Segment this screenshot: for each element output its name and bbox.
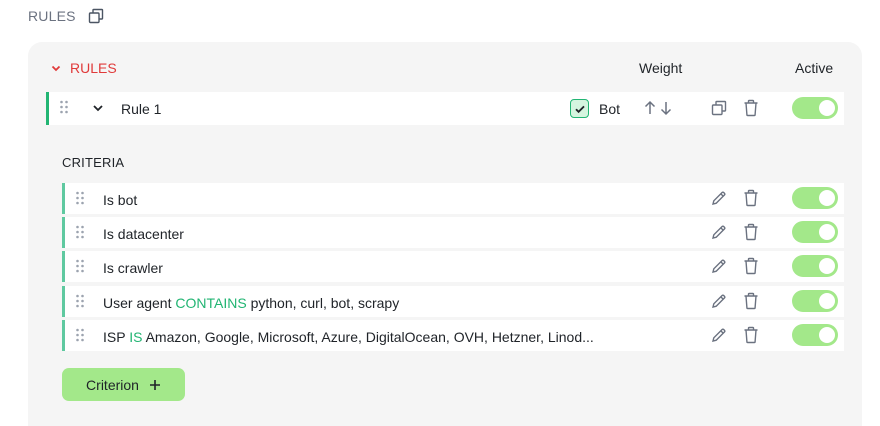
criterion-active-toggle[interactable] (792, 324, 838, 346)
criterion-row[interactable]: Is datacenter (62, 217, 844, 248)
criterion-row[interactable]: Is crawler (62, 251, 844, 282)
criterion-active-toggle[interactable] (792, 255, 838, 277)
criterion-text: ISP IS Amazon, Google, Microsoft, Azure,… (103, 329, 594, 345)
rules-section-toggle[interactable]: RULES (50, 58, 117, 78)
copy-icon[interactable] (88, 8, 104, 24)
pencil-icon[interactable] (711, 327, 727, 343)
arrow-up-icon[interactable] (643, 100, 657, 116)
criterion-field: Is datacenter (103, 226, 184, 242)
pencil-icon[interactable] (711, 258, 727, 274)
weight-controls (643, 100, 673, 116)
duplicate-rule-icon[interactable] (711, 100, 727, 116)
rule-name: Rule 1 (121, 101, 162, 117)
toggle-knob (819, 258, 835, 274)
bot-label: Bot (599, 101, 621, 117)
toggle-knob (819, 190, 835, 206)
criterion-text: Is bot (103, 192, 137, 208)
trash-icon[interactable] (743, 99, 759, 117)
page-title: RULES (28, 8, 76, 24)
drag-handle-icon[interactable] (75, 225, 85, 239)
toggle-knob (819, 293, 835, 309)
pencil-icon[interactable] (711, 224, 727, 240)
pencil-icon[interactable] (711, 190, 727, 206)
criterion-value: Amazon, Google, Microsoft, Azure, Digita… (145, 329, 594, 345)
trash-icon[interactable] (743, 326, 759, 344)
drag-handle-icon[interactable] (75, 328, 85, 342)
criterion-active-toggle[interactable] (792, 187, 838, 209)
rule-row[interactable]: Rule 1 Bot (46, 92, 844, 125)
arrow-down-icon[interactable] (659, 100, 673, 116)
add-criterion-button[interactable]: Criterion (62, 368, 185, 401)
criterion-field: User agent (103, 295, 172, 311)
toggle-knob (819, 327, 835, 343)
criterion-active-toggle[interactable] (792, 290, 838, 312)
drag-handle-icon[interactable] (59, 100, 69, 114)
criterion-value: python, curl, bot, scrapy (250, 295, 400, 311)
criterion-operator: CONTAINS (175, 295, 247, 311)
criterion-text: Is datacenter (103, 226, 184, 242)
trash-icon[interactable] (743, 223, 759, 241)
criterion-text: Is crawler (103, 260, 163, 276)
criterion-field: Is crawler (103, 260, 163, 276)
trash-icon[interactable] (743, 257, 759, 275)
criterion-active-toggle[interactable] (792, 221, 838, 243)
criterion-field: ISP (103, 329, 126, 345)
criterion-field: Is bot (103, 192, 138, 208)
rule-active-toggle[interactable] (792, 97, 838, 119)
rules-section-label: RULES (70, 60, 117, 76)
toggle-knob (819, 100, 835, 116)
criterion-row[interactable]: Is bot (62, 183, 844, 214)
criterion-row[interactable]: User agent CONTAINS python, curl, bot, s… (62, 286, 844, 317)
bot-checkbox[interactable] (570, 99, 589, 118)
page-header: RULES (28, 6, 104, 26)
chevron-down-icon[interactable] (91, 101, 105, 115)
chevron-down-icon (50, 62, 62, 74)
criteria-title: CRITERIA (62, 155, 125, 170)
criterion-row[interactable]: ISP IS Amazon, Google, Microsoft, Azure,… (62, 320, 844, 351)
trash-icon[interactable] (743, 292, 759, 310)
toggle-knob (819, 224, 835, 240)
drag-handle-icon[interactable] (75, 191, 85, 205)
drag-handle-icon[interactable] (75, 294, 85, 308)
pencil-icon[interactable] (711, 293, 727, 309)
plus-icon (149, 379, 161, 391)
active-column-header: Active (795, 60, 834, 76)
criterion-text: User agent CONTAINS python, curl, bot, s… (103, 295, 399, 311)
drag-handle-icon[interactable] (75, 259, 85, 273)
weight-column-header: Weight (639, 60, 683, 76)
criterion-operator: IS (129, 329, 143, 345)
add-criterion-label: Criterion (86, 376, 139, 393)
trash-icon[interactable] (743, 189, 759, 207)
